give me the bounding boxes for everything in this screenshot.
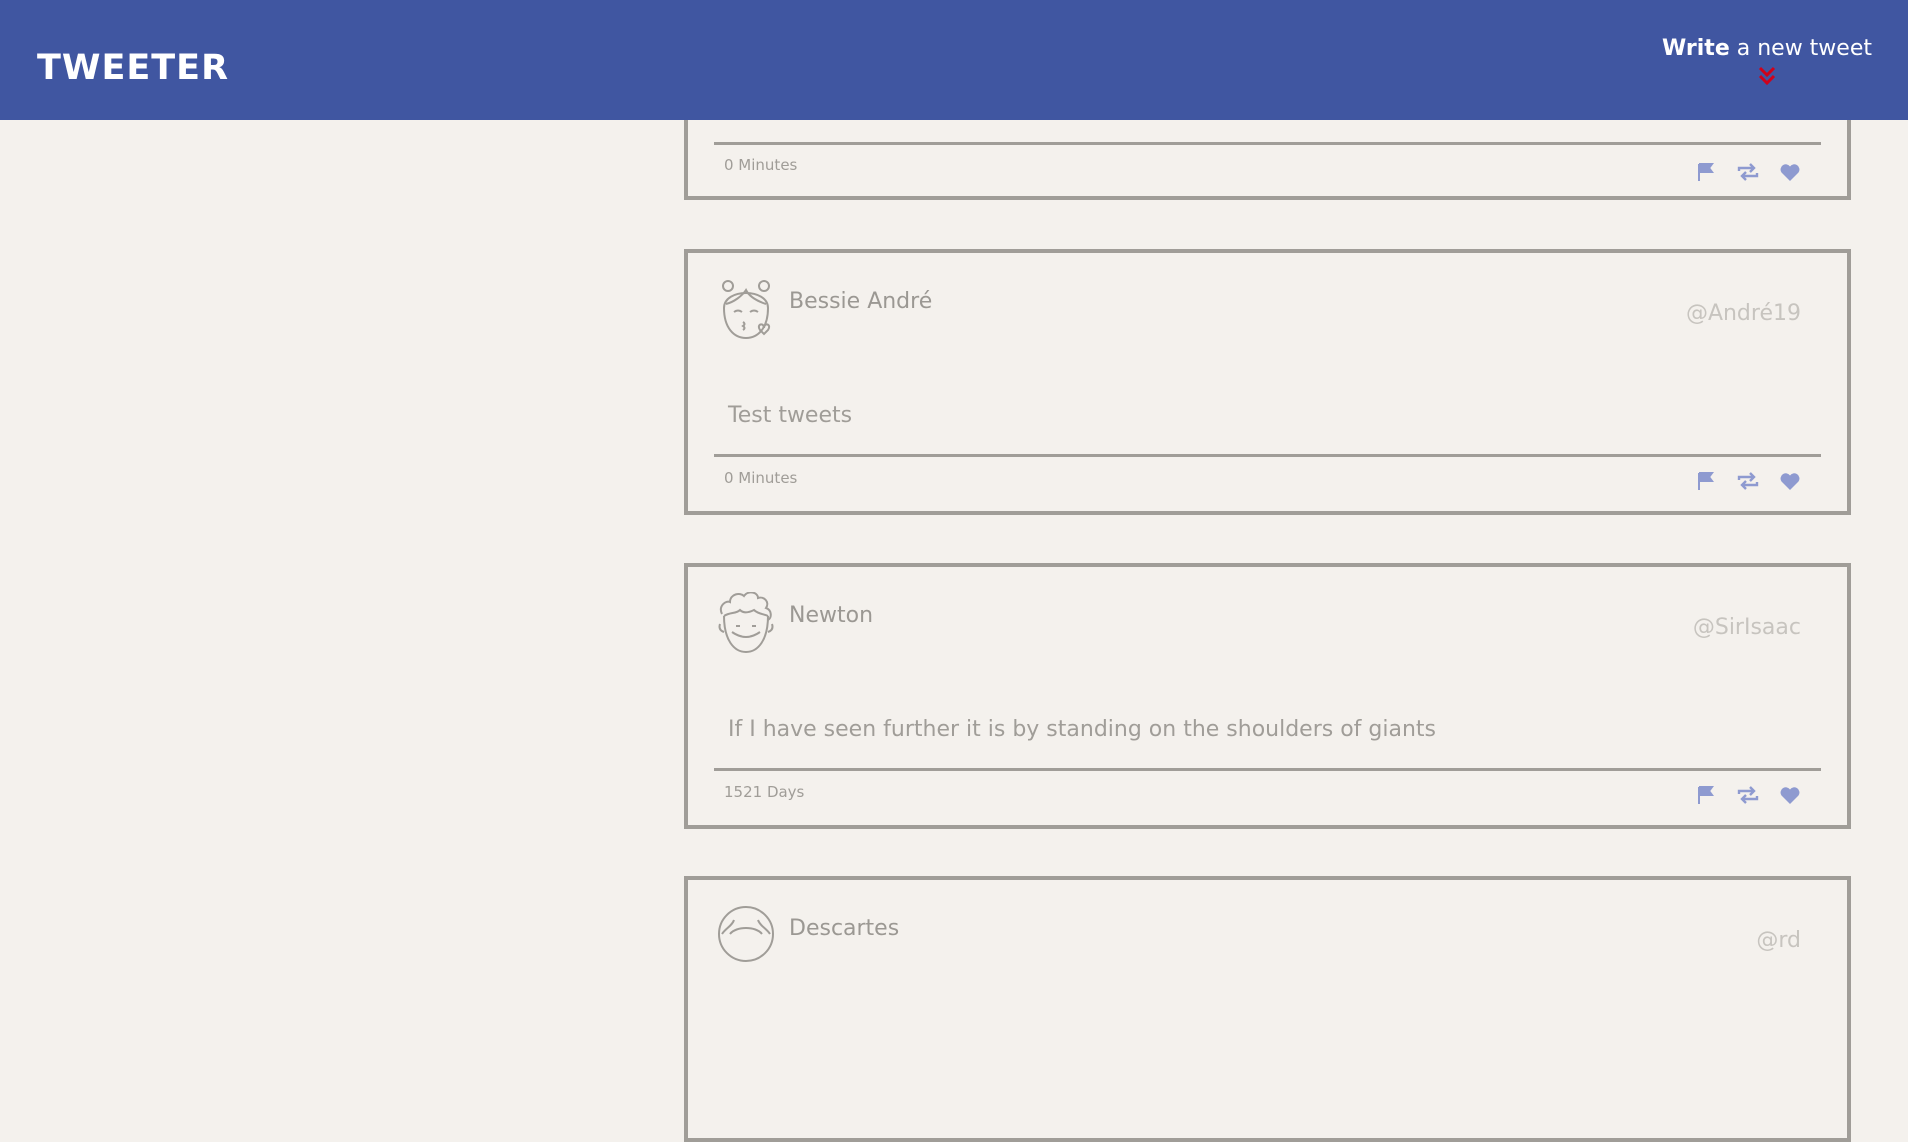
tweet-text: If I have seen further it is by standing… <box>728 717 1436 742</box>
retweet-icon[interactable] <box>1737 785 1759 805</box>
tweet-divider <box>714 142 1821 145</box>
brand-logo[interactable]: TWEETER <box>37 48 229 88</box>
double-chevron-down-icon[interactable] <box>1757 65 1777 89</box>
tweet-card: Newton @SirIsaac If I have seen further … <box>684 563 1851 829</box>
write-new-tweet-button[interactable]: Write a new tweet <box>1662 36 1872 89</box>
flag-icon[interactable] <box>1695 785 1717 805</box>
heart-icon[interactable] <box>1779 162 1801 182</box>
heart-icon[interactable] <box>1779 471 1801 491</box>
tweet-author-name: Descartes <box>789 916 900 941</box>
flag-icon[interactable] <box>1695 162 1717 182</box>
man-avatar-icon <box>718 906 774 962</box>
compose-bold-label: Write <box>1662 36 1730 61</box>
tweet-author-name: Bessie André <box>789 289 933 314</box>
tweet-actions <box>1695 471 1801 491</box>
tweet-card: Descartes @rd <box>684 876 1851 1142</box>
heart-icon[interactable] <box>1779 785 1801 805</box>
tweet-actions <box>1695 162 1801 182</box>
retweet-icon[interactable] <box>1737 162 1759 182</box>
tweet-text: Test tweets <box>728 403 853 428</box>
tweet-author-handle[interactable]: @André19 <box>1686 301 1801 326</box>
curly-hair-avatar-icon <box>718 592 774 654</box>
top-nav: TWEETER Write a new tweet <box>0 0 1908 120</box>
tweet-author-handle[interactable]: @SirIsaac <box>1693 615 1801 640</box>
tweet-divider <box>714 768 1821 771</box>
retweet-icon[interactable] <box>1737 471 1759 491</box>
tweet-author-handle[interactable]: @rd <box>1756 928 1801 953</box>
tweet-actions <box>1695 785 1801 805</box>
compose-label: a new tweet <box>1729 36 1872 61</box>
girl-kiss-avatar-icon <box>722 280 771 340</box>
tweet-age: 0 Minutes <box>724 156 798 174</box>
tweet-card: Bessie André @André19 Test tweets 0 Minu… <box>684 249 1851 515</box>
tweet-divider <box>714 454 1821 457</box>
tweet-age: 0 Minutes <box>724 469 798 487</box>
flag-icon[interactable] <box>1695 471 1717 491</box>
tweet-author-name: Newton <box>789 603 874 628</box>
tweet-age: 1521 Days <box>724 783 805 801</box>
